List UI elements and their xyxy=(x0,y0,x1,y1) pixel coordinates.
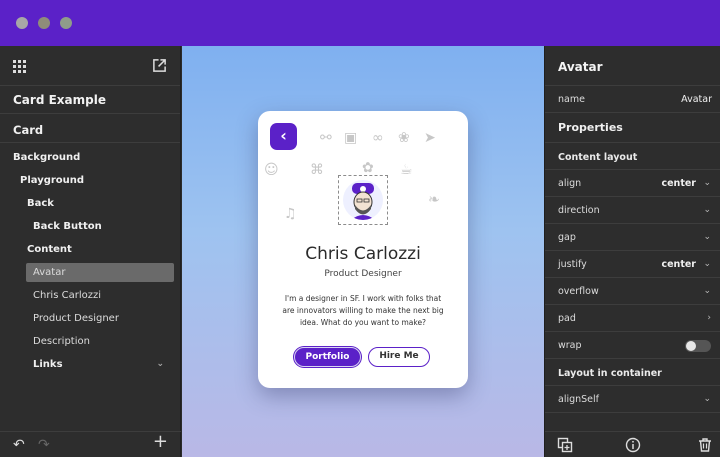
gap-select[interactable]: gap ⌄ xyxy=(545,224,720,251)
pad-row[interactable]: pad › xyxy=(545,305,720,332)
mug-icon: ☕ xyxy=(400,162,413,178)
cat-icon: ☺ xyxy=(264,162,279,178)
bug-icon: ❀ xyxy=(398,130,410,146)
gap-label: gap xyxy=(558,232,576,243)
layer-item-content[interactable]: Content xyxy=(0,238,180,261)
wrap-row: wrap xyxy=(545,332,720,359)
window-close-button[interactable] xyxy=(16,17,28,29)
chevron-down-icon: ⌄ xyxy=(703,232,711,242)
layer-label: Background xyxy=(13,152,81,163)
name-label: name xyxy=(558,94,585,105)
justify-select[interactable]: justify center ⌄ xyxy=(545,251,720,278)
justify-label: justify xyxy=(558,259,587,270)
feather-icon: ❧ xyxy=(428,192,440,208)
properties-footer xyxy=(545,431,720,457)
overflow-label: overflow xyxy=(558,286,599,297)
align-label: align xyxy=(558,178,582,189)
wrap-toggle[interactable] xyxy=(685,340,711,352)
window-minimize-button[interactable] xyxy=(38,17,50,29)
duplicate-icon[interactable] xyxy=(557,437,573,453)
undo-icon[interactable]: ↶ xyxy=(13,437,25,453)
layer-label: Chris Carlozzi xyxy=(33,290,101,301)
layer-label: Card xyxy=(13,123,44,137)
add-icon[interactable]: + xyxy=(153,433,168,451)
align-select[interactable]: align center ⌄ xyxy=(545,170,720,197)
title-bar xyxy=(0,0,720,46)
justify-value: center xyxy=(661,259,696,270)
align-value: center xyxy=(661,178,696,189)
chevron-down-icon: ⌄ xyxy=(703,394,711,404)
layer-label: Content xyxy=(27,244,72,255)
flask-icon: ⚯ xyxy=(320,130,332,146)
overflow-select[interactable]: overflow ⌄ xyxy=(545,278,720,305)
layer-label: Description xyxy=(33,336,90,347)
name-field[interactable]: name Avatar xyxy=(545,86,720,113)
layer-item-description[interactable]: Description xyxy=(0,330,180,353)
layer-label: Back xyxy=(27,198,54,209)
binoculars-icon: ∞ xyxy=(372,130,384,146)
card-description: I'm a designer in SF. I work with folks … xyxy=(282,294,444,327)
redo-icon[interactable]: ↷ xyxy=(38,437,50,453)
chevron-down-icon: ⌄ xyxy=(703,286,711,296)
info-icon[interactable] xyxy=(625,437,641,453)
card-role: Product Designer xyxy=(324,269,402,279)
layer-label: Avatar xyxy=(33,267,66,278)
alignself-label: alignSelf xyxy=(558,394,600,405)
wrap-label: wrap xyxy=(558,340,582,351)
toggle-knob xyxy=(686,341,696,351)
layer-item-back[interactable]: Back xyxy=(0,192,180,215)
layers-panel: Card Example Card Background Playground Bac… xyxy=(0,46,181,457)
layer-label: Product Designer xyxy=(33,313,119,324)
layer-item-background[interactable]: Background xyxy=(0,146,180,169)
flower-icon: ✿ xyxy=(362,160,374,176)
properties-panel: Avatar name Avatar Properties Content la… xyxy=(544,46,720,457)
layer-item-avatar[interactable]: Avatar xyxy=(0,261,180,284)
layer-item-playground[interactable]: Playground xyxy=(0,169,180,192)
chevron-down-icon: ⌄ xyxy=(703,259,711,269)
pad-label: pad xyxy=(558,313,576,324)
direction-select[interactable]: direction ⌄ xyxy=(545,197,720,224)
layers-footer: ↶ ↷ + xyxy=(0,431,181,457)
chevron-down-icon[interactable]: ⌄ xyxy=(156,353,164,376)
content-layout-heading: Content layout xyxy=(545,143,720,170)
document-title: Card Example xyxy=(0,86,180,114)
window-maximize-button[interactable] xyxy=(60,17,72,29)
direction-label: direction xyxy=(558,205,600,216)
chevron-down-icon: ⌄ xyxy=(703,205,711,215)
avatar-selection[interactable] xyxy=(338,175,388,225)
command-icon: ⌘ xyxy=(310,162,324,178)
layout-in-container-heading: Layout in container xyxy=(545,359,720,386)
design-canvas[interactable]: ‹ ⚯ ▣ ∞ ❀ ➤ ☺ ⌘ ✿ ☕ ♫ ❧ Chris Carlozzi P… xyxy=(182,46,544,457)
properties-heading: Properties xyxy=(545,113,720,143)
layer-item-card[interactable]: Card xyxy=(0,118,180,143)
monitor-icon: ▣ xyxy=(344,130,358,146)
layer-tree: Card Background Playground Back Back Button C… xyxy=(0,114,180,376)
name-value[interactable]: Avatar xyxy=(681,86,712,113)
music-icon: ♫ xyxy=(284,206,297,222)
rocket-icon: ➤ xyxy=(424,130,436,146)
layer-label: Links xyxy=(33,359,63,370)
portfolio-button[interactable]: Portfolio xyxy=(294,347,361,367)
chevron-right-icon: › xyxy=(707,313,711,323)
layer-item-product-designer[interactable]: Product Designer xyxy=(0,307,180,330)
profile-card[interactable]: ‹ ⚯ ▣ ∞ ❀ ➤ ☺ ⌘ ✿ ☕ ♫ ❧ Chris Carlozzi P… xyxy=(258,111,468,388)
layer-label: Playground xyxy=(20,175,85,186)
layer-item-chris-carlozzi[interactable]: Chris Carlozzi xyxy=(0,284,180,307)
layers-toolbar xyxy=(0,46,180,86)
layer-label: Back Button xyxy=(33,221,102,232)
hire-me-button[interactable]: Hire Me xyxy=(368,347,430,367)
external-link-icon[interactable] xyxy=(152,58,167,73)
chevron-down-icon: ⌄ xyxy=(703,178,711,188)
selected-element-title: Avatar xyxy=(545,46,720,86)
layer-item-links[interactable]: Links ⌄ xyxy=(0,353,180,376)
trash-icon[interactable] xyxy=(697,437,713,453)
card-name: Chris Carlozzi xyxy=(305,244,421,264)
grid-menu-icon[interactable] xyxy=(13,60,26,73)
avatar[interactable] xyxy=(343,180,383,220)
layer-item-back-button[interactable]: Back Button xyxy=(0,215,180,238)
back-button[interactable]: ‹ xyxy=(270,123,297,150)
avatar-face-icon xyxy=(351,183,375,220)
alignself-select[interactable]: alignSelf ⌄ xyxy=(545,386,720,413)
